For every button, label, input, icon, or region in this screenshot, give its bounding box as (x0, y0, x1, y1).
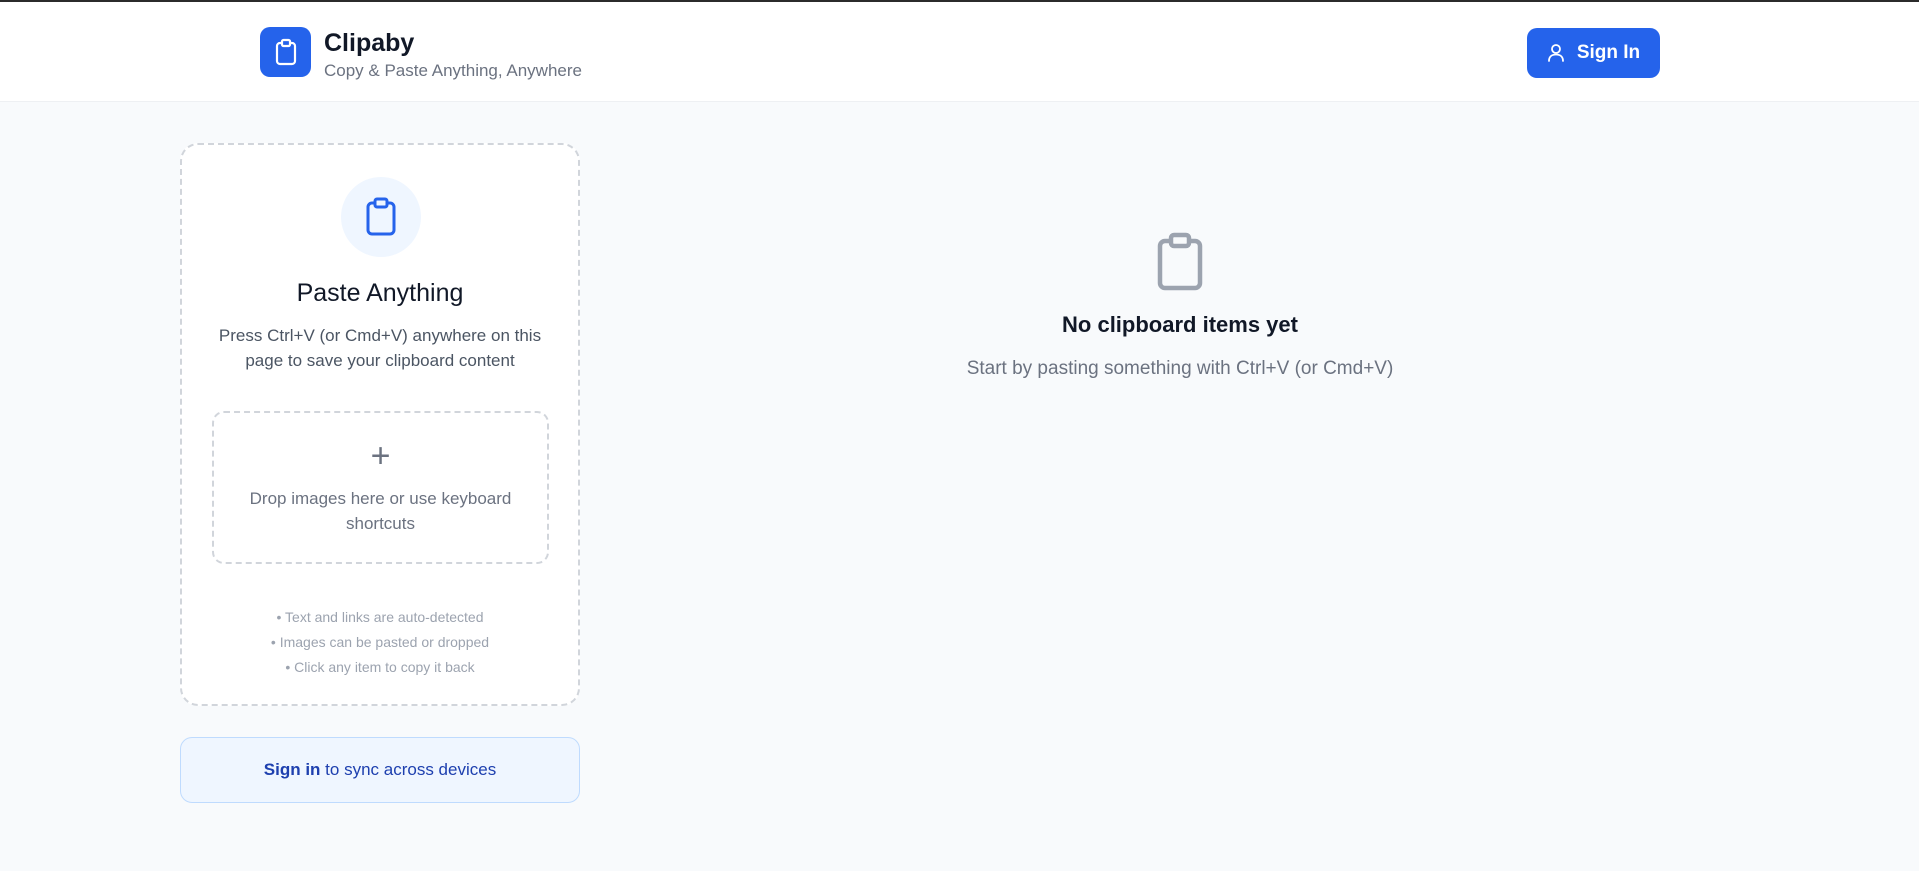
app-name: Clipaby (324, 29, 415, 57)
sync-prompt: Sign in to sync across devices (180, 737, 580, 803)
paste-title: Paste Anything (296, 279, 464, 307)
tips-list: • Text and links are auto-detected • Ima… (182, 605, 578, 680)
empty-state-subtitle: Start by pasting something with Ctrl+V (… (966, 358, 1394, 379)
empty-state-title: No clipboard items yet (1062, 312, 1298, 337)
tip-item: • Text and links are auto-detected (276, 609, 484, 625)
paste-description: Press Ctrl+V (or Cmd+V) anywhere on this… (218, 326, 542, 370)
brand: Clipaby Copy & Paste Anything, Anywhere (260, 27, 582, 82)
sync-sign-in-link[interactable]: Sign in (264, 760, 321, 780)
paste-area-card[interactable]: Paste Anything Press Ctrl+V (or Cmd+V) a… (180, 143, 580, 706)
tip-item: • Click any item to copy it back (285, 659, 475, 675)
drop-zone-text: Drop images here or use keyboard shortcu… (249, 489, 512, 533)
brand-text: Clipaby Copy & Paste Anything, Anywhere (324, 27, 582, 82)
app-logo (260, 27, 311, 77)
clipboard-icon (364, 197, 398, 237)
image-drop-zone[interactable]: + Drop images here or use keyboard short… (212, 411, 549, 564)
empty-state: No clipboard items yet Start by pasting … (880, 232, 1480, 380)
app-header: Clipaby Copy & Paste Anything, Anywhere … (0, 2, 1919, 102)
app-tagline: Copy & Paste Anything, Anywhere (324, 61, 582, 80)
clipboard-icon (880, 232, 1480, 292)
paste-icon-badge (341, 177, 421, 257)
clipboard-icon (273, 38, 299, 66)
tip-item: • Images can be pasted or dropped (270, 634, 490, 650)
sign-in-label: Sign In (1576, 42, 1641, 63)
sign-in-button[interactable]: Sign In (1527, 28, 1660, 78)
sync-text: to sync across devices (320, 760, 497, 779)
user-icon (1547, 43, 1565, 63)
plus-icon: + (370, 437, 391, 475)
